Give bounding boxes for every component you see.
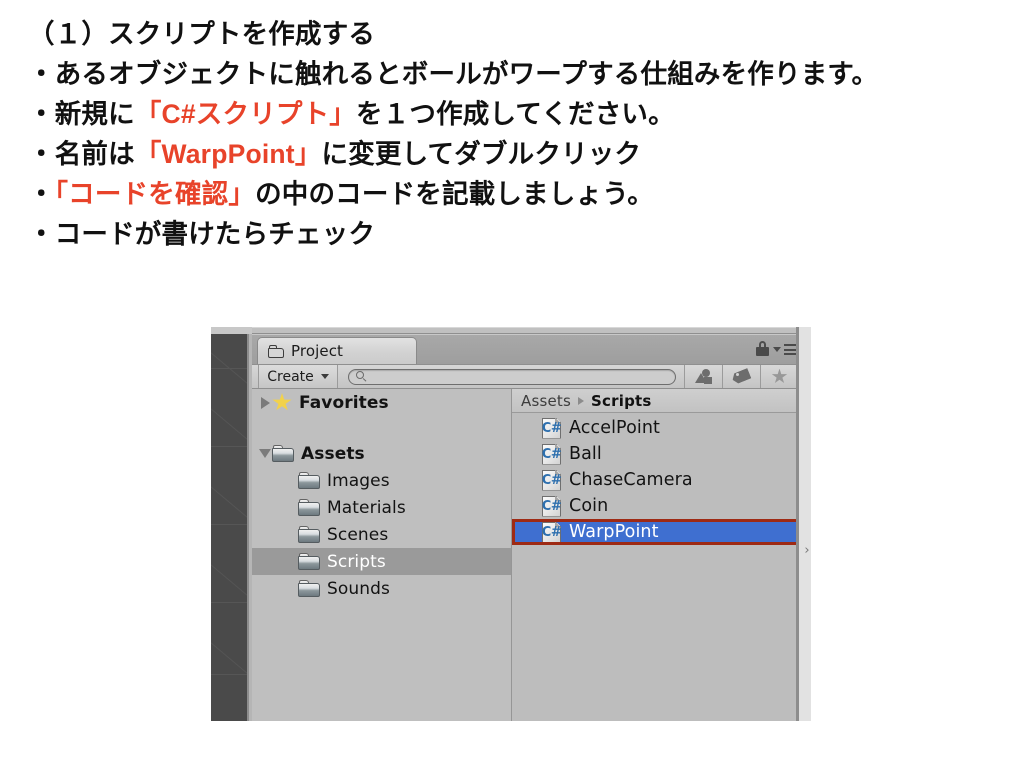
folder-icon: [298, 553, 320, 570]
csharp-script-icon: C#: [542, 417, 562, 439]
text-segment: を１つ作成してください。: [356, 99, 675, 129]
label-tag-icon: [732, 370, 751, 383]
csharp-script-icon: C#: [542, 469, 562, 491]
instruction-line: （１）スクリプトを作成する: [28, 14, 998, 54]
folder-icon: [298, 580, 320, 597]
tree-item-content: Scenes: [298, 525, 388, 545]
tree-item-content: Images: [298, 471, 390, 491]
tree-item-label: Materials: [327, 497, 406, 518]
file-list-item[interactable]: C# AccelPoint: [512, 415, 807, 441]
slide-canvas: （１）スクリプトを作成する・あるオブジェクトに触れるとボールがワープする仕組みを…: [0, 0, 1024, 768]
chevron-right-icon: [578, 396, 585, 405]
instruction-line: （１）スクリプトを作成する・あるオブジェクトに触れるとボールがワープする仕組みを…: [28, 14, 998, 214]
project-window: Project Create Favorites Assets Images M…: [252, 335, 807, 721]
file-name: Coin: [569, 496, 609, 516]
favorites-filter-button[interactable]: [760, 365, 798, 388]
text-segment: ・あるオブジェクトに触れるとボールがワープする仕組みを作ります。: [28, 59, 879, 89]
tree-item-scenes[interactable]: Scenes: [252, 521, 511, 548]
caret-right-icon[interactable]: [258, 396, 272, 409]
instruction-line: （１）スクリプトを作成する・あるオブジェクトに触れるとボールがワープする仕組みを…: [28, 14, 998, 254]
instruction-line: （１）スクリプトを作成する・あるオブジェクトに触れるとボールがワープする仕組みを…: [28, 14, 998, 134]
text-segment: ・コードが書けたらチェック: [28, 219, 376, 249]
file-list-item[interactable]: C# ChaseCamera: [512, 467, 807, 493]
project-file-panel: Assets Scripts C# AccelPoint C# Ball C# ChaseC…: [512, 389, 807, 721]
lock-icon[interactable]: [756, 341, 769, 356]
toolbar-left-spacer: [252, 365, 259, 388]
instruction-text-block: （１）スクリプトを作成する・あるオブジェクトに触れるとボールがワープする仕組みを…: [28, 14, 998, 254]
caret-down-icon[interactable]: [258, 449, 272, 458]
text-segment: 「C#スクリプト」: [134, 99, 356, 129]
tree-item-sounds[interactable]: Sounds: [252, 575, 511, 602]
tree-item-label: Scenes: [327, 524, 389, 545]
window-top-strip: [252, 327, 807, 334]
folder-icon: [298, 499, 320, 516]
csharp-script-icon: C#: [542, 495, 562, 517]
text-segment: の中のコードを記載しましょう。: [255, 179, 654, 209]
folder-icon: [272, 445, 294, 462]
text-segment: ・新規に: [28, 99, 135, 129]
folder-icon: [298, 472, 320, 489]
tree-item-content: Materials: [298, 498, 406, 518]
folder-icon: [298, 526, 320, 543]
tree-item-assets[interactable]: Assets: [252, 440, 511, 467]
window-right-border: [796, 327, 799, 721]
tree-item-materials[interactable]: Materials: [252, 494, 511, 521]
folder-icon: [268, 344, 284, 358]
text-segment: ・名前は: [28, 139, 135, 169]
project-tree-panel: Favorites Assets Images Materials Scenes Scri…: [252, 389, 512, 721]
file-list-item[interactable]: C# Coin: [512, 493, 807, 519]
scene-view-sliver: [211, 334, 247, 721]
file-list: C# AccelPoint C# Ball C# ChaseCamera C# Coin C# W…: [512, 413, 807, 545]
tree-item-images[interactable]: Images: [252, 467, 511, 494]
file-name: AccelPoint: [569, 418, 660, 438]
project-toolbar: Create: [252, 364, 807, 389]
tree-item-label: Assets: [301, 443, 365, 464]
file-name: Ball: [569, 444, 602, 464]
file-name: WarpPoint: [569, 522, 659, 542]
tree-item-label: Favorites: [299, 392, 389, 413]
tab-project-label: Project: [291, 342, 344, 360]
resize-grabber[interactable]: ›: [803, 539, 811, 561]
star-icon: [272, 393, 292, 411]
instruction-line: （１）スクリプトを作成する・あるオブジェクトに触れるとボールがワープする仕組みを…: [28, 14, 998, 94]
search-icon: [356, 371, 367, 382]
tree-item-content: Sounds: [298, 579, 390, 599]
unity-project-window-screenshot: Project Create Favorites Assets Images M…: [211, 327, 811, 721]
text-segment: 「WarpPoint」: [134, 139, 322, 169]
tab-project[interactable]: Project: [257, 337, 417, 364]
tree-item-content: Scripts: [298, 552, 386, 572]
type-filter-button[interactable]: [684, 365, 722, 388]
caret-down-icon: [320, 374, 329, 379]
tree-item-content: Assets: [272, 444, 365, 464]
search-input[interactable]: [348, 368, 676, 385]
tree-item-favorites[interactable]: Favorites: [252, 389, 511, 416]
create-button[interactable]: Create: [259, 365, 338, 388]
search-wrapper: [338, 365, 684, 388]
tree-item-label: Sounds: [327, 578, 390, 599]
text-segment: （１）スクリプトを作成する: [28, 19, 376, 49]
type-filter-icon: [694, 368, 713, 385]
project-tabbar: Project: [252, 335, 807, 364]
csharp-script-icon: C#: [542, 521, 562, 543]
file-list-item[interactable]: C# Ball: [512, 441, 807, 467]
tree-item-label: Scripts: [327, 551, 386, 572]
breadcrumb-part[interactable]: Scripts: [591, 392, 651, 410]
project-content: Favorites Assets Images Materials Scenes Scri…: [252, 389, 807, 721]
text-segment: ・: [28, 179, 55, 209]
csharp-script-icon: C#: [542, 443, 562, 465]
tree-item-label: Images: [327, 470, 390, 491]
create-button-label: Create: [267, 368, 314, 385]
tree-item-scripts[interactable]: Scripts: [252, 548, 511, 575]
text-segment: に変更してダブルクリック: [321, 139, 642, 169]
file-list-item[interactable]: C# WarpPoint: [512, 519, 807, 545]
breadcrumb-part[interactable]: Assets: [521, 392, 571, 410]
file-name: ChaseCamera: [569, 470, 693, 490]
instruction-line: （１）スクリプトを作成する・あるオブジェクトに触れるとボールがワープする仕組みを…: [28, 14, 998, 174]
star-outline-icon: [771, 368, 788, 384]
breadcrumb: Assets Scripts: [512, 389, 807, 413]
text-segment: 「コードを確認」: [54, 179, 256, 209]
label-filter-button[interactable]: [722, 365, 760, 388]
tree-item-content: Favorites: [272, 393, 389, 413]
